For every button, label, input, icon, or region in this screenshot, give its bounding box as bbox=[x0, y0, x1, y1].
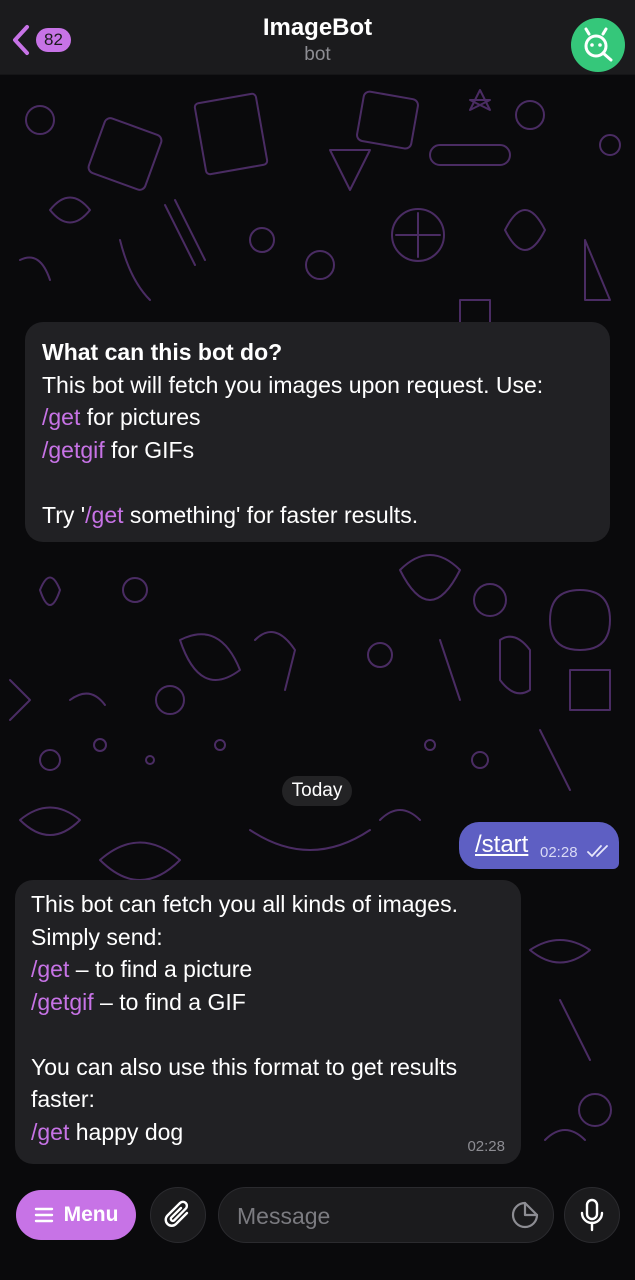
command-link[interactable]: /getgif bbox=[31, 989, 94, 1015]
message-line: Simply send: bbox=[31, 923, 163, 950]
chat-header: 82 ImageBot bot bbox=[0, 0, 635, 75]
command-link[interactable]: /getgif bbox=[42, 437, 105, 463]
read-double-check-icon bbox=[587, 845, 608, 857]
menu-button-label: Menu bbox=[63, 1203, 119, 1226]
chat-subtitle: bot bbox=[304, 44, 331, 65]
command-description: for GIFs bbox=[104, 436, 195, 463]
command-link[interactable]: /get bbox=[31, 1119, 69, 1145]
message-time: 02:28 bbox=[467, 1138, 505, 1155]
message-line: faster: bbox=[31, 1086, 95, 1112]
description-line: /get for pictures bbox=[42, 401, 593, 434]
message-input[interactable] bbox=[235, 1200, 499, 1232]
description-line: /getgif for GIFs bbox=[42, 434, 593, 467]
command-description: – to find a picture bbox=[69, 956, 253, 982]
command-description: for pictures bbox=[80, 404, 201, 430]
message-line: /get – to find a picture bbox=[31, 953, 505, 986]
message-line: /get happy dog bbox=[31, 1116, 505, 1149]
message-line: You can also use this format to get resu… bbox=[31, 1053, 458, 1080]
command-link[interactable]: /get bbox=[31, 956, 69, 982]
outgoing-message[interactable]: /start 02:28 bbox=[459, 822, 619, 869]
description-line: Try '/get something' for faster results. bbox=[42, 499, 593, 532]
menu-lines-icon bbox=[34, 1207, 53, 1223]
outgoing-message-text[interactable]: /start bbox=[475, 831, 528, 859]
description-heading: What can this bot do? bbox=[42, 339, 283, 365]
microphone-icon bbox=[580, 1198, 604, 1232]
message-line: /getgif – to find a GIF bbox=[31, 986, 505, 1019]
menu-button[interactable]: Menu bbox=[16, 1190, 136, 1240]
command-description: – to find a GIF bbox=[93, 988, 246, 1015]
description-text: something' for faster results. bbox=[123, 501, 419, 528]
date-separator: Today bbox=[282, 776, 352, 806]
message-time: 02:28 bbox=[540, 844, 578, 861]
bot-description-card: What can this bot do? This bot will fetc… bbox=[25, 322, 610, 542]
chat-title: ImageBot bbox=[262, 14, 373, 41]
paperclip-icon bbox=[164, 1200, 189, 1227]
voice-message-button[interactable] bbox=[564, 1187, 620, 1243]
description-line: This bot will fetch you images upon requ… bbox=[42, 371, 544, 398]
command-link[interactable]: /get bbox=[42, 404, 80, 430]
description-text: Try ' bbox=[42, 501, 86, 528]
chat-title-block[interactable]: ImageBot bot bbox=[0, 14, 635, 66]
message-line: This bot can fetch you all kinds of imag… bbox=[31, 891, 458, 917]
incoming-message[interactable]: This bot can fetch you all kinds of imag… bbox=[15, 880, 521, 1164]
sticker-icon[interactable] bbox=[511, 1201, 539, 1229]
command-link[interactable]: /get bbox=[85, 502, 123, 528]
message-input-container[interactable] bbox=[218, 1187, 554, 1243]
bot-avatar-icon bbox=[584, 27, 613, 62]
attach-button[interactable] bbox=[150, 1187, 206, 1243]
command-description: happy dog bbox=[69, 1118, 184, 1145]
bot-avatar[interactable] bbox=[571, 18, 625, 72]
